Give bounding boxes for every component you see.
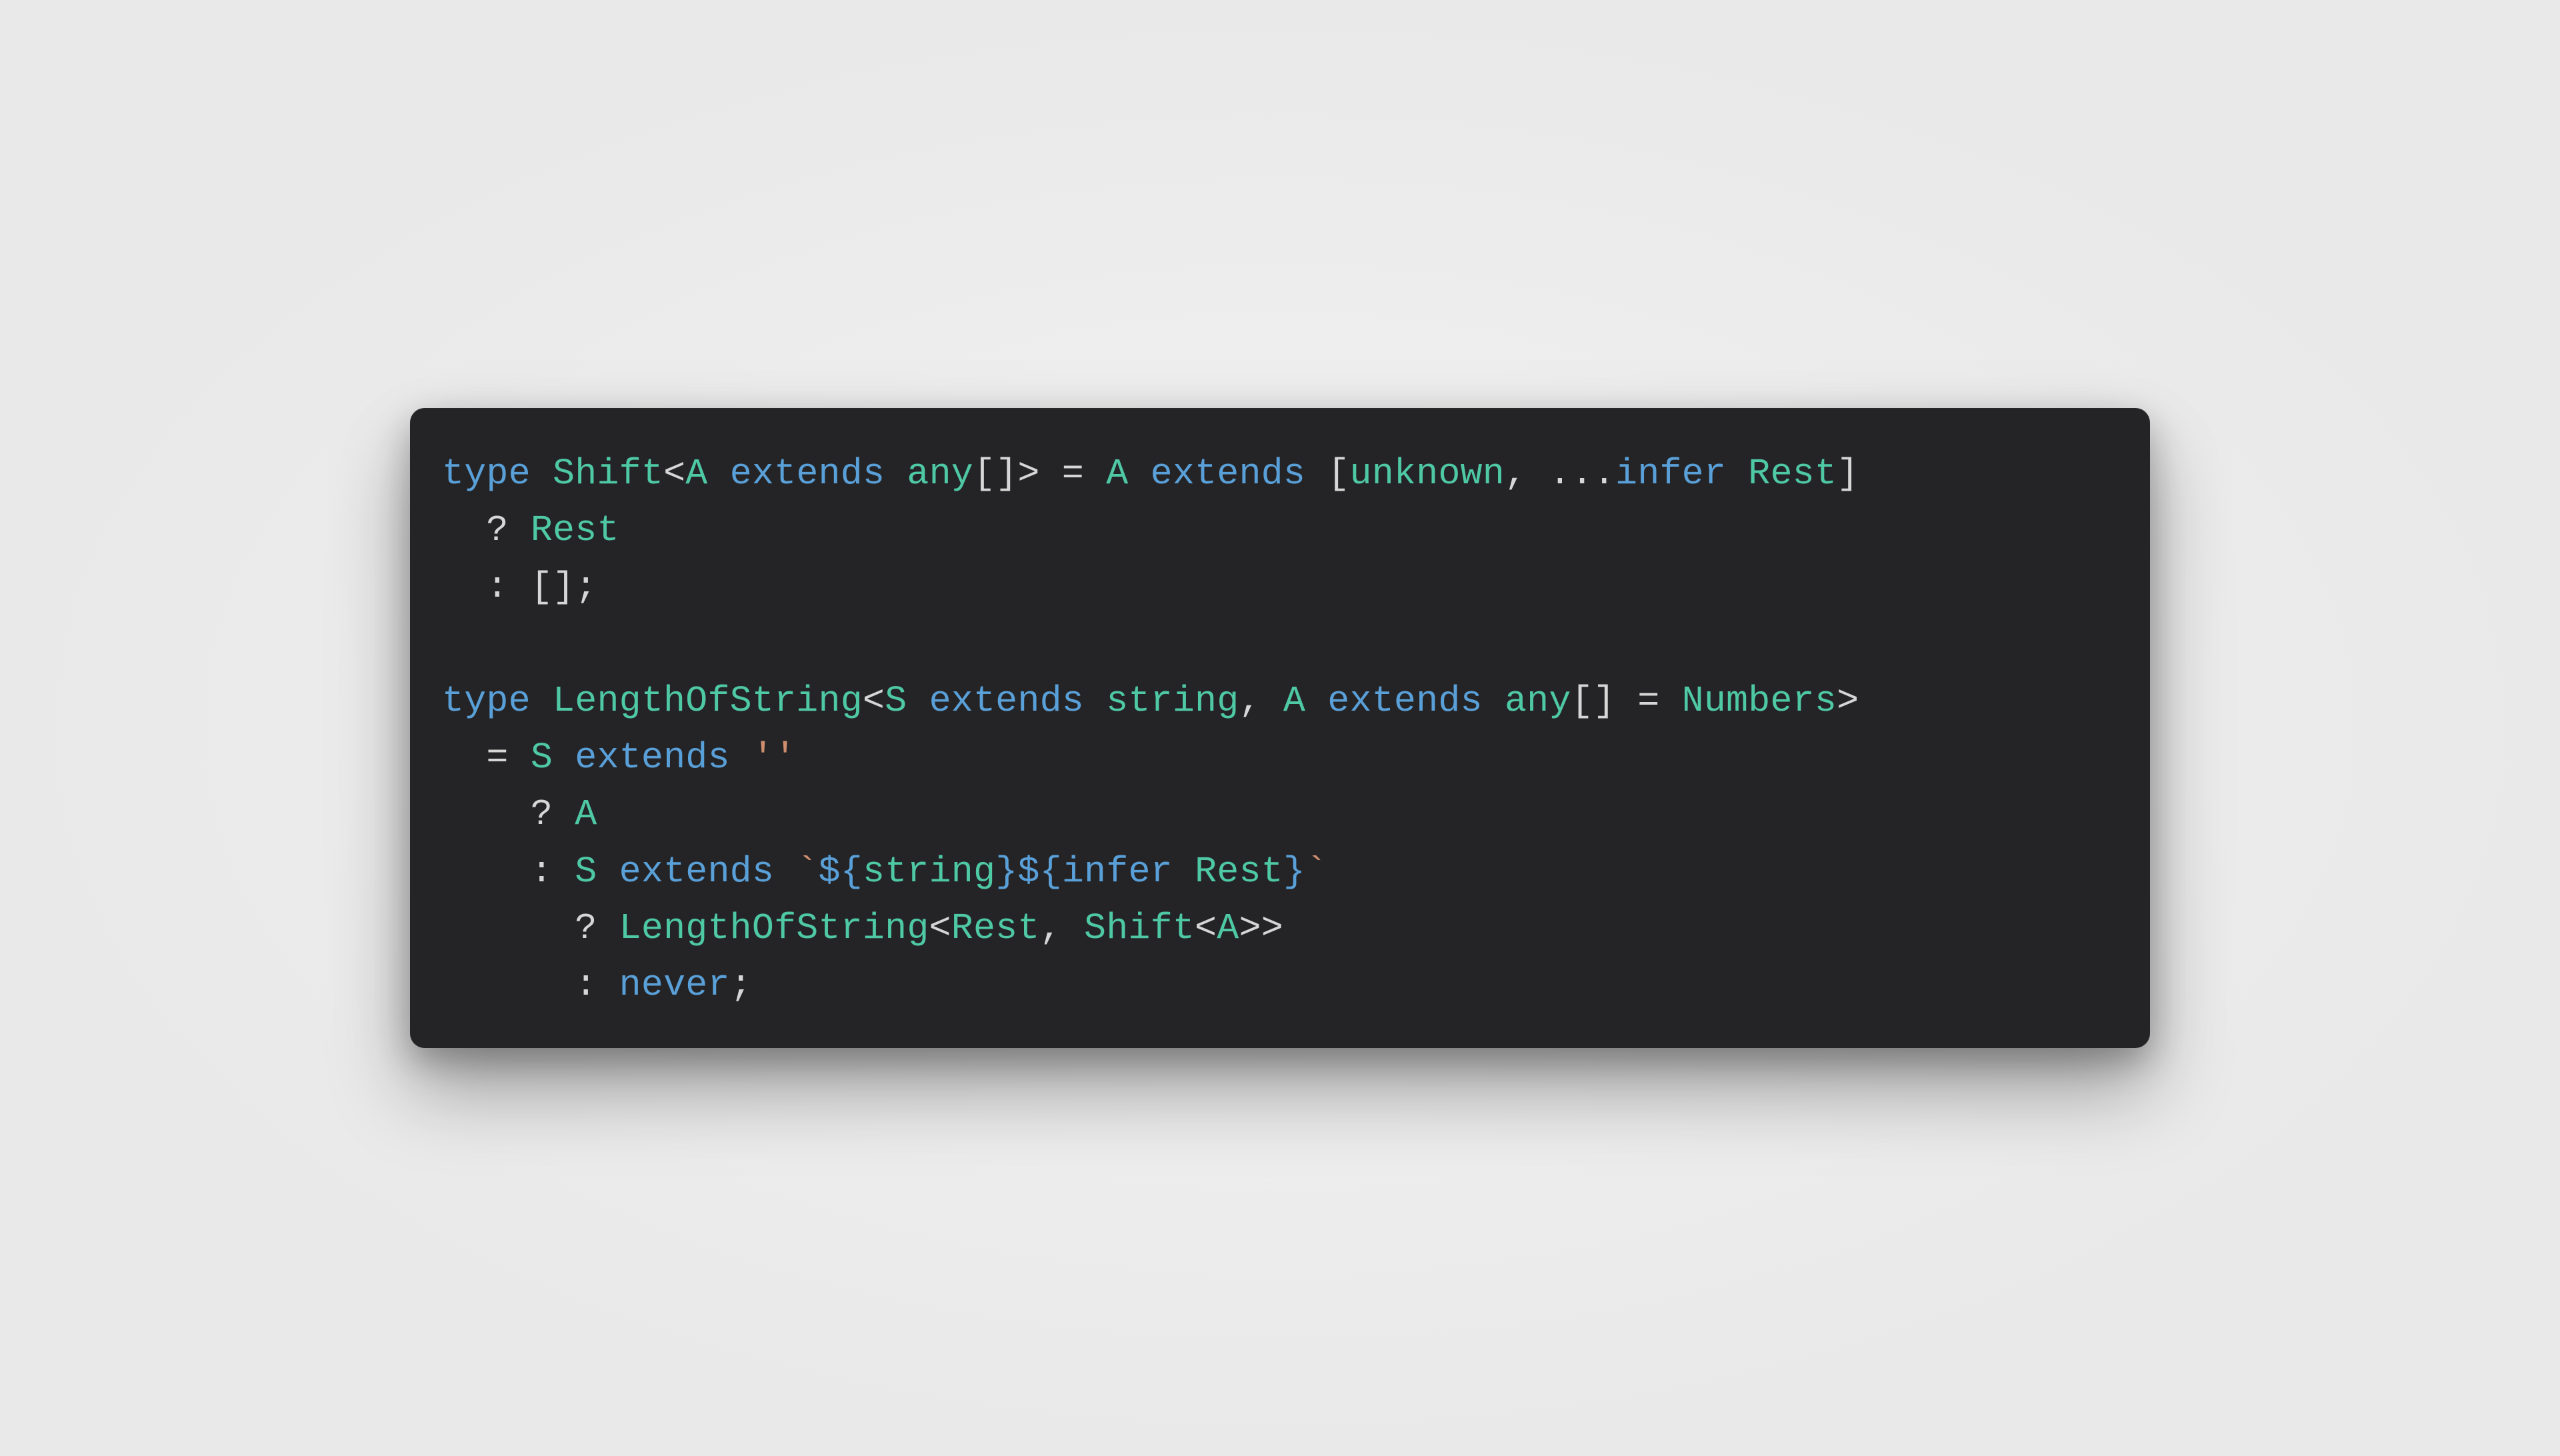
code-token: >>: [1239, 907, 1283, 949]
code-token: : [];: [442, 566, 597, 608]
code-token: string: [1106, 680, 1239, 722]
code-token: Rest: [1748, 453, 1837, 495]
code-token: '': [752, 737, 796, 779]
code-token: [] =: [1571, 680, 1682, 722]
code-token: extends: [553, 737, 752, 779]
code-token: `: [1305, 851, 1327, 893]
code-token: <: [1195, 907, 1217, 949]
code-token: Rest: [951, 907, 1040, 949]
code-card: type Shift<A extends any[]> = A extends …: [410, 408, 2150, 1049]
code-token: ${: [819, 851, 863, 893]
code-token: ?: [442, 907, 619, 949]
code-token: }: [1283, 851, 1305, 893]
code-token: [: [1327, 453, 1349, 495]
code-token: Rest: [1195, 851, 1283, 893]
code-token: extends: [1128, 453, 1327, 495]
code-token: <: [863, 680, 885, 722]
code-token: A: [1217, 907, 1239, 949]
code-token: <: [663, 453, 685, 495]
code-token: A: [575, 793, 597, 835]
code-token: unknown: [1350, 453, 1505, 495]
code-token: LengthOfString: [619, 907, 929, 949]
code-token: :: [442, 851, 575, 893]
code-token: `: [796, 851, 818, 893]
code-token: ${: [1017, 851, 1061, 893]
code-token: Rest: [531, 509, 619, 551]
code-token: S: [885, 680, 907, 722]
code-token: string: [863, 851, 995, 893]
code-token: LengthOfString: [553, 680, 863, 722]
code-token: <: [929, 907, 951, 949]
code-token: ;: [730, 964, 752, 1006]
code-token: type: [442, 453, 553, 495]
code-token: Numbers: [1682, 680, 1837, 722]
code-token: , ...: [1505, 453, 1615, 495]
code-token: ?: [442, 509, 531, 551]
code-token: extends: [1305, 680, 1505, 722]
code-token: extends: [708, 453, 907, 495]
code-token: ]: [1837, 453, 1859, 495]
code-token: >: [1837, 680, 1859, 722]
code-token: Shift: [1084, 907, 1195, 949]
code-token: any: [907, 453, 973, 495]
code-token: type: [442, 680, 553, 722]
code-token: infer: [1615, 453, 1748, 495]
code-token: A: [1283, 680, 1305, 722]
code-token: A: [685, 453, 707, 495]
code-token: }: [995, 851, 1017, 893]
code-token: never: [619, 964, 730, 1006]
code-token: ,: [1040, 907, 1084, 949]
code-token: S: [531, 737, 553, 779]
code-token: extends: [597, 851, 796, 893]
code-token: ?: [442, 793, 575, 835]
code-token: S: [575, 851, 597, 893]
code-token: ,: [1239, 680, 1283, 722]
code-token: =: [442, 737, 531, 779]
code-block: type Shift<A extends any[]> = A extends …: [442, 445, 2118, 1014]
code-token: :: [442, 964, 619, 1006]
code-token: any: [1505, 680, 1571, 722]
code-token: extends: [907, 680, 1106, 722]
code-token: []> =: [973, 453, 1106, 495]
code-token: infer: [1062, 851, 1195, 893]
code-token: Shift: [553, 453, 663, 495]
code-token: A: [1106, 453, 1128, 495]
